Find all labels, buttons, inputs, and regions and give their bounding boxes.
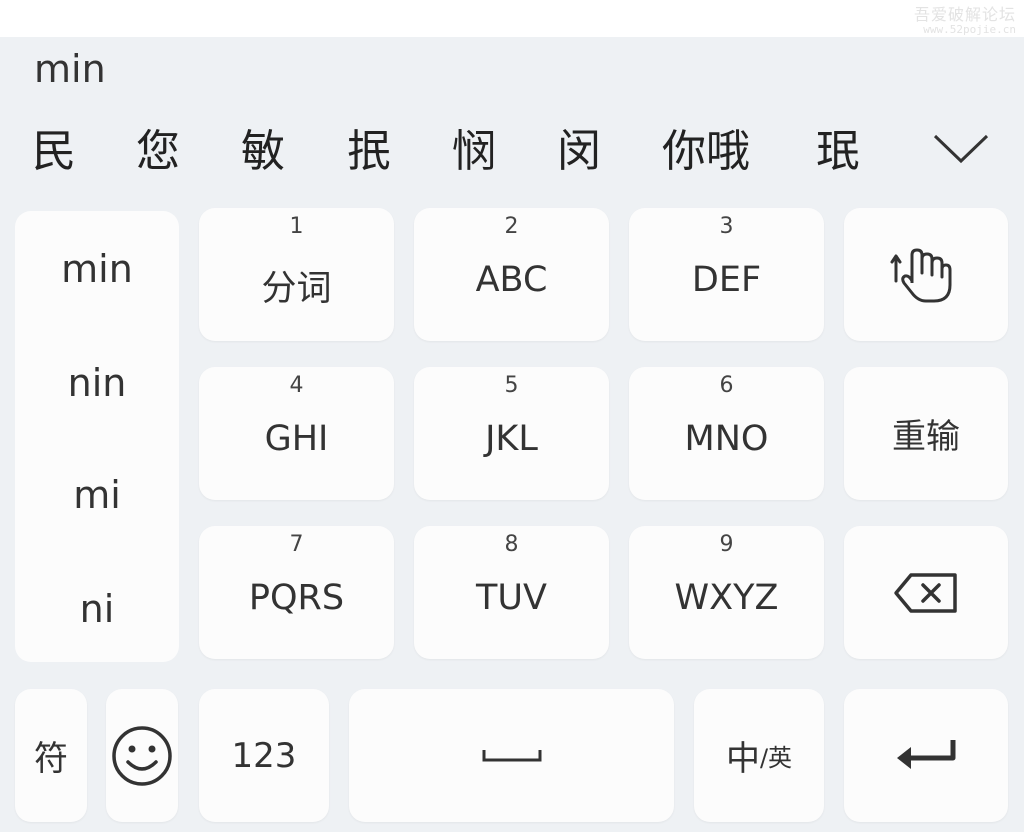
candidate-bar: 民 您 敏 抿 悯 闵 你哦 珉 (0, 121, 1024, 183)
key-label: DEF (691, 260, 762, 300)
numeric-key[interactable]: 123 (199, 689, 329, 822)
language-switch-key[interactable]: 中/英 (694, 689, 824, 822)
symbol-key[interactable]: 符 (15, 689, 87, 822)
key-label: GHI (264, 419, 329, 459)
numeric-label: 123 (231, 735, 297, 776)
key-6[interactable]: 6 MNO (629, 367, 824, 500)
enter-arrow-icon (897, 739, 956, 769)
lang-secondary: /英 (759, 744, 793, 772)
key-label: 分词 (261, 269, 332, 309)
smiley-icon (112, 725, 172, 786)
key-label: JKL (485, 419, 538, 459)
key-number: 1 (289, 214, 304, 239)
key-number: 7 (289, 532, 304, 557)
reinput-label: 重输 (892, 417, 960, 457)
candidate[interactable]: 抿 (347, 121, 391, 183)
reinput-key[interactable]: 重输 (844, 367, 1008, 500)
pinyin-option[interactable]: nin (15, 361, 179, 405)
key-number: 6 (719, 373, 734, 398)
key-8[interactable]: 8 TUV (414, 526, 609, 659)
pinyin-option[interactable]: mi (15, 473, 179, 517)
emoji-key[interactable] (106, 689, 178, 822)
symbol-label: 符 (34, 739, 68, 779)
key-label: PQRS (248, 578, 345, 618)
key-number: 9 (719, 532, 734, 557)
pinyin-option[interactable]: ni (15, 587, 179, 631)
candidate[interactable]: 闵 (557, 121, 601, 183)
key-7[interactable]: 7 PQRS (199, 526, 394, 659)
key-number: 5 (504, 373, 519, 398)
key-3[interactable]: 3 DEF (629, 208, 824, 341)
key-5[interactable]: 5 JKL (414, 367, 609, 500)
key-number: 8 (504, 532, 519, 557)
key-number: 2 (504, 214, 519, 239)
status-bar (0, 0, 1024, 37)
candidate[interactable]: 敏 (241, 121, 285, 183)
backspace-key[interactable] (844, 526, 1008, 659)
key-2[interactable]: 2 ABC (414, 208, 609, 341)
key-label: TUV (476, 578, 547, 618)
chevron-down-icon[interactable] (932, 133, 990, 165)
lang-primary: 中 (725, 739, 760, 779)
hand-swipe-icon (890, 248, 952, 302)
key-label: ABC (475, 260, 548, 300)
space-bar-icon (482, 749, 541, 761)
candidate[interactable]: 珉 (816, 121, 860, 183)
key-number: 4 (289, 373, 304, 398)
key-number: 3 (719, 214, 734, 239)
candidate[interactable]: 民 (32, 121, 76, 183)
key-4[interactable]: 4 GHI (199, 367, 394, 500)
composing-text: min (34, 47, 106, 91)
backspace-icon (894, 572, 957, 613)
key-label: MNO (684, 419, 769, 459)
ime-keyboard: min 民 您 敏 抿 悯 闵 你哦 珉 min nin mi ni 1 分词 … (0, 37, 1024, 832)
enter-key[interactable] (844, 689, 1008, 822)
key-1[interactable]: 1 分词 (199, 208, 394, 341)
space-key[interactable] (349, 689, 674, 822)
candidate[interactable]: 悯 (452, 121, 496, 183)
key-label: WXYZ (674, 578, 779, 618)
pinyin-option[interactable]: min (15, 247, 179, 291)
key-9[interactable]: 9 WXYZ (629, 526, 824, 659)
pinyin-selector: min nin mi ni (15, 211, 179, 662)
candidate[interactable]: 您 (136, 121, 180, 183)
candidate[interactable]: 你哦 (662, 121, 750, 183)
gesture-key[interactable] (844, 208, 1008, 341)
